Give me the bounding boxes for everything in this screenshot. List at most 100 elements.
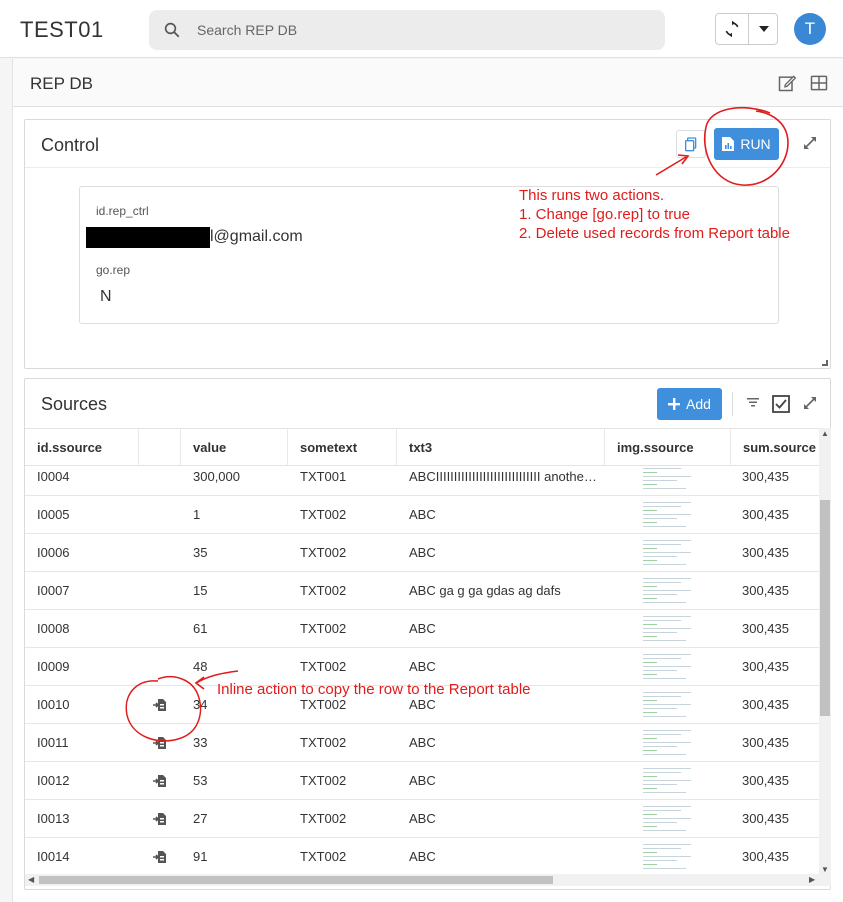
sources-panel: Sources Add id.ssource value sometext tx…: [24, 378, 831, 890]
table-row[interactable]: I0007 15 TXT002 ABC ga g ga gdas ag dafs 300…: [25, 572, 820, 610]
search-input[interactable]: [197, 10, 637, 50]
row-copy-icon[interactable]: [153, 736, 167, 750]
grid-icon[interactable]: [809, 73, 829, 93]
field-value-id-rep-ctrl: l@gmail.com: [210, 228, 303, 245]
cell-sum: 300,435: [742, 735, 789, 750]
table-row[interactable]: I0005 1 TXT002 ABC 300,435: [25, 496, 820, 534]
cell-value: 27: [193, 811, 208, 826]
table-row[interactable]: I0004 300,000 TXT001 ABCIIIIIIIIIIIIIIIIIII…: [25, 466, 820, 496]
top-bar: TEST01 T: [0, 0, 843, 58]
table-row[interactable]: I0012 53 TXT002 ABC 300,435: [25, 762, 820, 800]
cell-txt3: ABC: [409, 545, 436, 560]
table-header: id.ssource value sometext txt3 img.ssour…: [25, 428, 820, 466]
cell-sum: 300,435: [742, 849, 789, 864]
annotation-line-1: This runs two actions.: [519, 187, 665, 204]
cell-sum: 300,435: [742, 697, 789, 712]
column-header-sum[interactable]: sum.source: [731, 429, 820, 466]
chevron-down-icon: [758, 26, 769, 32]
resize-handle[interactable]: [822, 360, 828, 366]
image-thumbnail[interactable]: [643, 575, 691, 606]
add-button[interactable]: Add: [657, 388, 722, 420]
avatar[interactable]: T: [794, 13, 826, 45]
field-label-go-rep: go.rep: [96, 263, 131, 277]
image-thumbnail[interactable]: [643, 466, 691, 492]
table-row[interactable]: I0006 35 TXT002 ABC 300,435: [25, 534, 820, 572]
row-copy-icon[interactable]: [153, 698, 167, 712]
scroll-thumb[interactable]: [39, 876, 553, 884]
row-copy-icon[interactable]: [153, 812, 167, 826]
run-button[interactable]: RUN: [714, 128, 779, 160]
cell-id: I0011: [37, 735, 69, 750]
column-header-id[interactable]: id.ssource: [25, 429, 139, 466]
cell-id: I0013: [37, 811, 70, 826]
refresh-button[interactable]: [716, 14, 749, 44]
row-copy-icon[interactable]: [153, 774, 167, 788]
cell-id: I0014: [37, 849, 70, 864]
table-row[interactable]: I0008 61 TXT002 ABC 300,435: [25, 610, 820, 648]
copy-button[interactable]: [676, 130, 706, 158]
expand-icon[interactable]: [802, 135, 818, 151]
image-thumbnail[interactable]: [643, 689, 691, 720]
cell-sum: 300,435: [742, 811, 789, 826]
column-header-actions: [139, 429, 181, 466]
table-body: I0004 300,000 TXT001 ABCIIIIIIIIIIIIIIIIIII…: [25, 466, 820, 874]
filter-icon[interactable]: [746, 396, 760, 408]
image-thumbnail[interactable]: [643, 765, 691, 796]
cell-value: 91: [193, 849, 208, 864]
row-copy-icon[interactable]: [153, 850, 167, 864]
image-thumbnail[interactable]: [643, 613, 691, 644]
cell-id: I0005: [37, 507, 70, 522]
cell-value: 15: [193, 583, 208, 598]
cell-sometext: TXT002: [300, 735, 347, 750]
page-title: REP DB: [30, 74, 93, 93]
cell-value: 48: [193, 659, 208, 674]
cell-id: I0004: [37, 469, 70, 484]
column-header-sometext[interactable]: sometext: [288, 429, 397, 466]
field-label-id-rep-ctrl: id.rep_ctrl: [96, 204, 149, 218]
sources-title: Sources: [41, 394, 108, 414]
expand-icon[interactable]: [802, 395, 818, 411]
image-thumbnail[interactable]: [643, 803, 691, 834]
cell-txt3: ABC: [409, 621, 436, 636]
column-header-value[interactable]: value: [181, 429, 288, 466]
image-thumbnail[interactable]: [643, 537, 691, 568]
cell-id: I0012: [37, 773, 70, 788]
search-box[interactable]: [149, 10, 665, 50]
checkbox-icon[interactable]: [771, 394, 791, 414]
cell-id: I0010: [37, 697, 70, 712]
cell-sum: 300,435: [742, 545, 789, 560]
table-row[interactable]: I0013 27 TXT002 ABC 300,435: [25, 800, 820, 838]
cell-value: 35: [193, 545, 208, 560]
image-thumbnail[interactable]: [643, 841, 691, 872]
cell-sometext: TXT002: [300, 545, 347, 560]
image-thumbnail[interactable]: [643, 651, 691, 682]
refresh-options-dropdown[interactable]: [749, 14, 778, 44]
cell-txt3: ABC: [409, 849, 436, 864]
cell-sometext: TXT002: [300, 849, 347, 864]
cell-value: 300,000: [193, 469, 240, 484]
scroll-thumb[interactable]: [820, 500, 830, 716]
search-icon: [164, 22, 180, 38]
image-thumbnail[interactable]: [643, 727, 691, 758]
cell-value: 34: [193, 697, 208, 712]
vertical-scrollbar[interactable]: ▲ ▼: [819, 428, 831, 875]
cell-txt3: ABCIIIIIIIIIIIIIIIIIIIIIIIIIIIII another…: [409, 469, 601, 484]
table-row[interactable]: I0011 33 TXT002 ABC 300,435: [25, 724, 820, 762]
annotation-line-3: 2. Delete used records from Report table: [519, 225, 790, 242]
cell-value: 1: [193, 507, 201, 522]
cell-sometext: TXT002: [300, 773, 347, 788]
toolbar-divider: [732, 392, 733, 416]
column-header-txt3[interactable]: txt3: [397, 429, 605, 466]
edit-icon[interactable]: [777, 73, 797, 93]
cell-sum: 300,435: [742, 583, 789, 598]
cell-sum: 300,435: [742, 659, 789, 674]
cell-sometext: TXT002: [300, 583, 347, 598]
table-row[interactable]: I0014 91 TXT002 ABC 300,435: [25, 838, 820, 874]
cell-sum: 300,435: [742, 773, 789, 788]
cell-txt3: ABC: [409, 773, 436, 788]
column-header-img[interactable]: img.ssource: [605, 429, 731, 466]
cell-value: 61: [193, 621, 208, 636]
image-thumbnail[interactable]: [643, 499, 691, 530]
horizontal-scrollbar[interactable]: ◀ ▶: [25, 874, 831, 886]
app-title: TEST01: [20, 17, 104, 42]
